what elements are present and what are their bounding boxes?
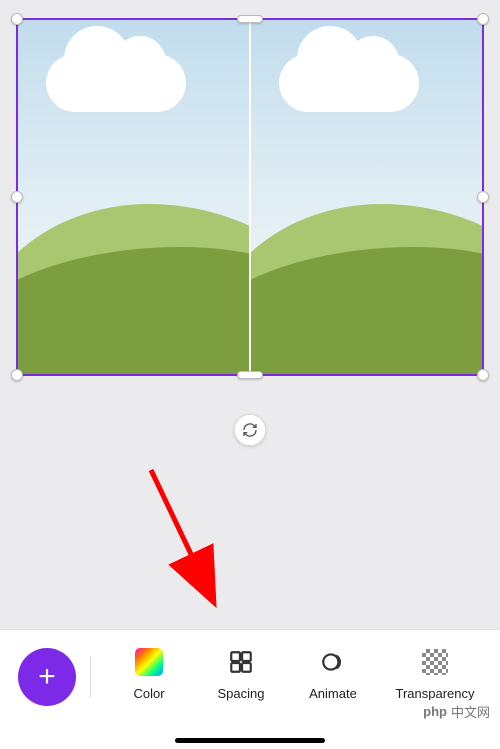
tool-spacing[interactable]: Spacing — [195, 648, 287, 701]
cycle-button[interactable] — [234, 414, 266, 446]
tool-label: Animate — [309, 686, 357, 701]
tool-transparency[interactable]: Transparency — [379, 648, 491, 701]
bottom-toolbar: + Color Spacing — [0, 629, 500, 749]
tool-label: Color — [133, 686, 164, 701]
animate-icon — [319, 648, 347, 676]
cloud-shape — [46, 54, 186, 112]
tool-color[interactable]: Color — [103, 648, 195, 701]
resize-handle-tl[interactable] — [11, 13, 23, 25]
spacing-icon — [227, 648, 255, 676]
refresh-icon — [242, 422, 258, 438]
resize-handle-bottom[interactable] — [237, 371, 263, 379]
hill-front — [18, 247, 249, 374]
cloud-shape — [279, 54, 419, 112]
home-indicator — [175, 738, 325, 743]
selected-grid[interactable] — [16, 18, 484, 376]
resize-handle-mr[interactable] — [477, 191, 489, 203]
plus-icon: + — [38, 660, 56, 694]
annotation-arrow — [136, 460, 226, 610]
toolbar-divider — [90, 656, 91, 698]
resize-handle-top[interactable] — [237, 15, 263, 23]
add-button[interactable]: + — [18, 648, 76, 706]
watermark-prefix: php — [423, 704, 447, 719]
transparency-icon — [421, 648, 449, 676]
toolbar-scroll[interactable]: Color Spacing Animate — [103, 648, 500, 701]
tool-position[interactable]: Posi — [491, 648, 500, 701]
tool-label: Spacing — [218, 686, 265, 701]
watermark: php 中文网 — [417, 700, 496, 723]
resize-handle-br[interactable] — [477, 369, 489, 381]
grid-cell[interactable] — [18, 20, 249, 374]
resize-handle-ml[interactable] — [11, 191, 23, 203]
resize-handle-bl[interactable] — [11, 369, 23, 381]
hill-front — [249, 247, 482, 374]
watermark-text: 中文网 — [451, 702, 490, 721]
grid-cell[interactable] — [249, 20, 482, 374]
color-icon — [135, 648, 163, 676]
tool-animate[interactable]: Animate — [287, 648, 379, 701]
tool-label: Transparency — [396, 686, 475, 701]
resize-handle-tr[interactable] — [477, 13, 489, 25]
